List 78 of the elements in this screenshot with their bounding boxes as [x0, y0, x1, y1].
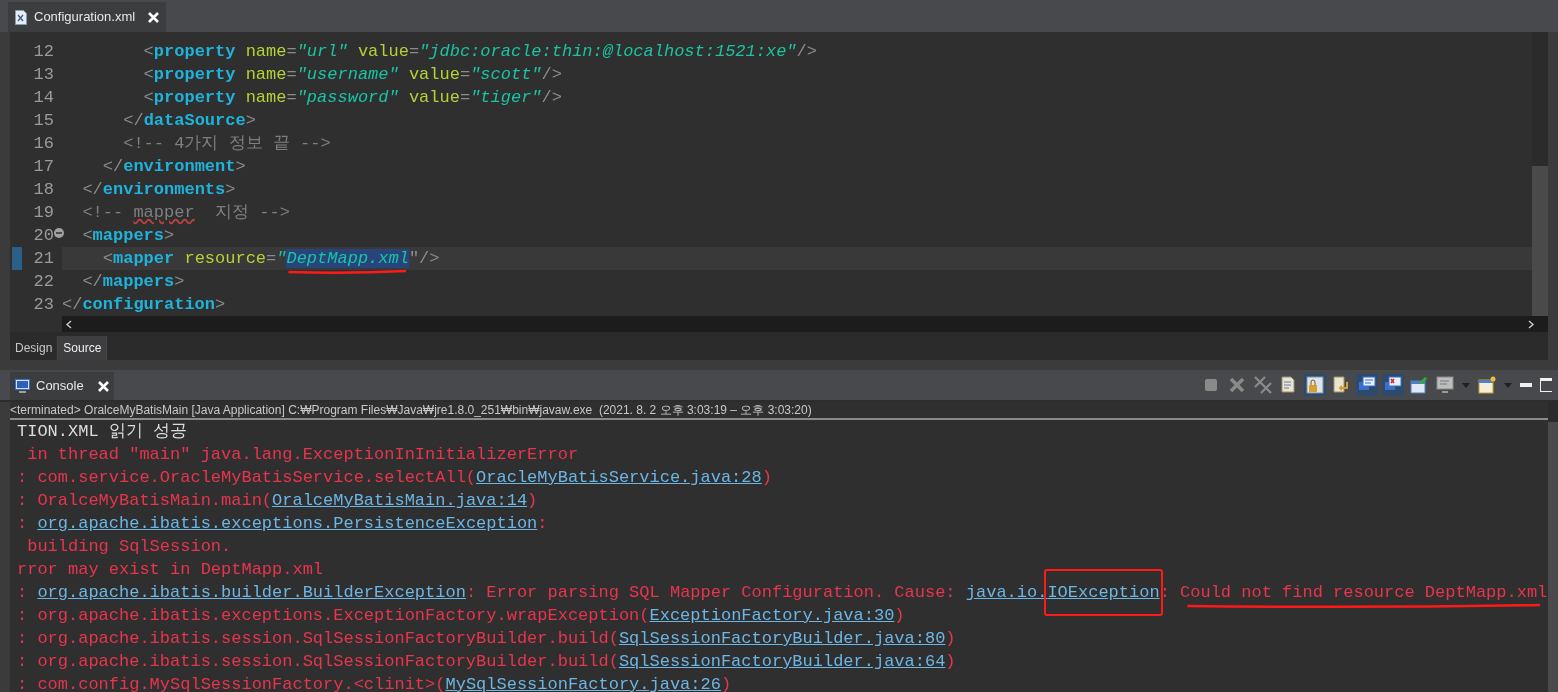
- window-pin-icon: [1410, 376, 1428, 394]
- console-line: : OralceMyBatisMain.main(OralceMyBatisMain.java:14): [17, 491, 538, 510]
- console-line: : org.apache.ibatis.builder.BuilderException: Error parsing SQL Mapper Configuration. Cause: java.io.IOException: Could not find resource DeptMapp.xml: [17, 583, 1548, 602]
- line-number: 14: [33, 87, 54, 109]
- code-line: <property name="username" value="scott"/>: [142, 65, 562, 84]
- lock-document-icon: [1306, 376, 1324, 394]
- code-line: <mapper resource="DeptMapp.xml"/>: [62, 249, 440, 268]
- line-number: 23: [33, 294, 54, 316]
- xml-file-icon: [15, 9, 27, 25]
- scrollbar-thumb[interactable]: [1532, 166, 1548, 316]
- console-line: TION.XML 읽기 성공: [17, 422, 188, 441]
- document-arrow-icon: [1332, 376, 1350, 394]
- code-line: </dataSource>: [122, 111, 256, 130]
- line-number: 20: [33, 225, 54, 247]
- code-line: <!-- 4가지 정보 끝 -->: [122, 134, 331, 153]
- document-icon: [1280, 376, 1298, 394]
- code-line: <mappers>: [81, 226, 175, 245]
- line-number: 12: [33, 41, 54, 63]
- line-number: 17: [33, 156, 54, 178]
- code-line: </environment>: [101, 157, 246, 176]
- stack-trace-link[interactable]: java.io.: [965, 583, 1048, 602]
- console-line: : org.apache.ibatis.exceptions.ExceptionFactory.wrapException(ExceptionFactory.java:30): [17, 606, 905, 625]
- code-line: <property name="url" value="jdbc:oracle:thin:@localhost:1521:xe"/>: [142, 42, 817, 61]
- code-line: <!-- mapper 지정 -->: [81, 203, 290, 222]
- view-tab[interactable]: Source: [58, 336, 108, 360]
- line-number: 13: [33, 64, 54, 86]
- code-line: </mappers>: [81, 272, 185, 291]
- toolbar-button[interactable]: [1476, 374, 1498, 396]
- caret-icon: [1462, 382, 1470, 388]
- stack-trace-link[interactable]: ExceptionFactory.java:30: [649, 606, 895, 625]
- console-line: building SqlSession.: [26, 537, 232, 556]
- toolbar-button[interactable]: [1434, 374, 1456, 396]
- console-line: : org.apache.ibatis.session.SqlSessionFactoryBuilder.build(SqlSessionFactoryBuilder.java:80): [17, 629, 956, 648]
- stack-trace-link[interactable]: IOException: [1047, 583, 1160, 602]
- monitor-icon: [15, 379, 30, 393]
- stack-trace-link[interactable]: MySqlSessionFactory.java:26: [445, 675, 721, 692]
- console-line: rror may exist in DeptMapp.xml: [17, 560, 324, 579]
- scroll-right-icon[interactable]: [1528, 319, 1534, 329]
- line-number: 15: [33, 110, 54, 132]
- console-line: in thread "main" java.lang.ExceptionInInitializerError: [26, 445, 579, 464]
- toolbar-button[interactable]: [1382, 374, 1404, 396]
- process-status: <terminated> OralceMyBatisMain [Java Application] C:₩Program Files₩Java₩jre1.8.0_251₩bin₩javaw.exe (2021. 8. 2 오후 3:03:19 – 오후 3:03:20): [10, 402, 812, 419]
- code-line: <property name="password" value="tiger"/>: [142, 88, 562, 107]
- monitor-icon: [1436, 376, 1454, 394]
- stack-trace-link[interactable]: org.apache.ibatis.builder.BuilderException: [37, 583, 466, 602]
- line-number: 19: [33, 202, 54, 224]
- caret-icon: [1504, 382, 1512, 388]
- line-number: 18: [33, 179, 54, 201]
- stack-trace-link[interactable]: OralceMyBatisMain.java:14: [272, 491, 528, 510]
- line-number: 16: [33, 133, 54, 155]
- code-line: </environments>: [81, 180, 236, 199]
- console-tab[interactable]: Console: [10, 372, 114, 400]
- stack-trace-link[interactable]: SqlSessionFactoryBuilder.java:80: [618, 629, 946, 648]
- close-icon[interactable]: [97, 380, 109, 392]
- maximize-icon: [1540, 378, 1552, 392]
- line-number: 22: [33, 271, 54, 293]
- double-x-icon: [1254, 376, 1272, 394]
- close-icon[interactable]: [148, 11, 160, 23]
- scroll-left-icon[interactable]: [66, 319, 72, 329]
- stop-icon: [1202, 376, 1220, 394]
- minimize-icon: [1520, 382, 1532, 388]
- horizontal-scrollbar[interactable]: [62, 316, 1548, 332]
- close-icon: [1228, 376, 1246, 394]
- editor-tab[interactable]: Configuration.xml: [8, 2, 167, 32]
- line-number: 21: [33, 248, 54, 270]
- console-line: : com.config.MySqlSessionFactory.<clinit>(MySqlSessionFactory.java:26): [17, 675, 732, 692]
- stack-trace-link[interactable]: OracleMyBatisService.java:28: [476, 468, 762, 487]
- toolbar-button[interactable]: [1408, 374, 1430, 396]
- toolbar-button[interactable]: [1304, 374, 1326, 396]
- console-line: : org.apache.ibatis.exceptions.PersistenceException:: [17, 514, 548, 533]
- stack-trace-link[interactable]: org.apache.ibatis.exceptions.PersistenceException: [37, 514, 538, 533]
- collapse-icon[interactable]: [54, 228, 64, 238]
- vertical-scrollbar[interactable]: [1532, 32, 1548, 316]
- toolbar-button[interactable]: [1356, 374, 1378, 396]
- console-line: : com.service.OracleMyBatisService.selectAll(OracleMyBatisService.java:28): [17, 468, 772, 487]
- console-line: : org.apache.ibatis.session.SqlSessionFactoryBuilder.build(SqlSessionFactoryBuilder.java:64): [17, 652, 956, 671]
- code-line: </configuration>: [62, 295, 226, 314]
- stack-trace-link[interactable]: SqlSessionFactoryBuilder.java:64: [618, 652, 946, 671]
